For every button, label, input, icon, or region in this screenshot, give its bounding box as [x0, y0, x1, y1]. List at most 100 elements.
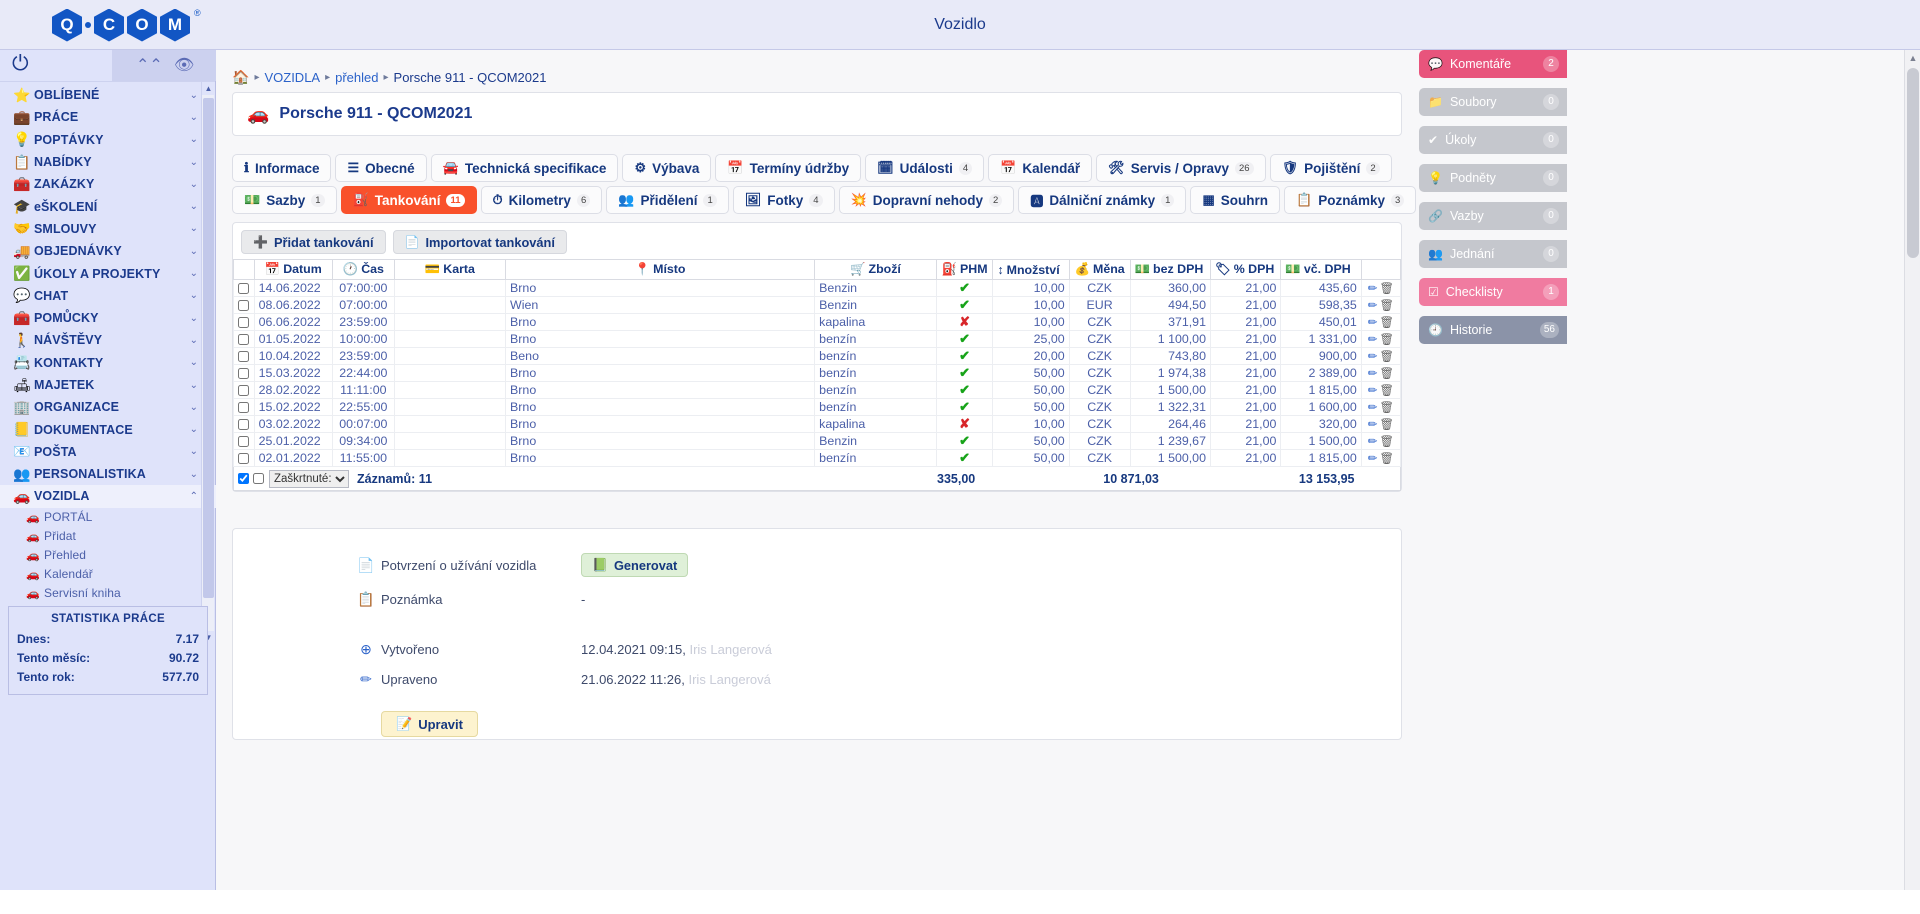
table-row[interactable]: 08.06.2022 07:00:00 Wien Benzin ✔ 10,00 EUR 494… — [233, 296, 1402, 314]
sidebar-subitem-kalend-[interactable]: 🚗 Kalendář — [0, 565, 216, 584]
tab-servis-opravy[interactable]: 🛠 Servis / Opravy 26 — [1096, 154, 1266, 182]
edit-row-icon[interactable]: ✏ — [1368, 419, 1378, 431]
table-row[interactable]: 06.06.2022 23:59:00 Brno kapalina ✘ 10,00 CZK 3… — [233, 313, 1402, 331]
sidebar-item-vozidla[interactable]: 🚗 VOZIDLA ⌃ — [0, 485, 216, 508]
sidebar-subitem-servisn-kniha[interactable]: 🚗 Servisní kniha — [0, 584, 216, 603]
sidebar-item-obl-ben-[interactable]: ⭐ OBLÍBENÉ ⌄ — [0, 84, 216, 106]
sidebar-item-objedn-vky[interactable]: 🚚 OBJEDNÁVKY ⌄ — [0, 240, 216, 262]
edit-row-icon[interactable]: ✏ — [1368, 402, 1378, 414]
sidebar-item-popt-vky[interactable]: 💡 POPTÁVKY ⌄ — [0, 129, 216, 151]
cell-actions[interactable]: ✏ 🗑 — [1360, 415, 1402, 433]
tab-poji-t-n-[interactable]: 🛡 Pojištění 2 — [1269, 154, 1392, 182]
row-checkbox-cell[interactable] — [233, 364, 255, 382]
row-checkbox-cell[interactable] — [233, 449, 255, 467]
column-header-datum[interactable]: 📅 Datum — [253, 259, 333, 280]
delete-row-icon[interactable]: 🗑 — [1379, 419, 1394, 431]
sidebar-item-pom-cky[interactable]: 🧰 POMŮCKY ⌄ — [0, 307, 216, 329]
table-row[interactable]: 15.02.2022 22:55:00 Brno benzín ✔ 50,00 CZK 1 3… — [233, 398, 1402, 416]
row-checkbox-cell[interactable] — [233, 398, 255, 416]
sidebar-item-smlouvy[interactable]: 🤝 SMLOUVY ⌄ — [0, 218, 216, 240]
edit-row-icon[interactable]: ✏ — [1368, 300, 1378, 312]
row-checkbox-cell[interactable] — [233, 279, 255, 297]
edit-row-icon[interactable]: ✏ — [1368, 317, 1378, 329]
edit-row-icon[interactable]: ✏ — [1368, 368, 1378, 380]
row-checkbox[interactable] — [238, 300, 250, 312]
delete-row-icon[interactable]: 🗑 — [1379, 453, 1394, 465]
row-checkbox[interactable] — [238, 317, 250, 329]
row-checkbox-cell[interactable] — [233, 296, 255, 314]
delete-row-icon[interactable]: 🗑 — [1379, 436, 1394, 448]
delete-row-icon[interactable]: 🗑 — [1379, 402, 1394, 414]
edit-row-icon[interactable]: ✏ — [1368, 283, 1378, 295]
tab-ud-losti[interactable]: 🗓 Události 4 — [865, 154, 985, 182]
table-row[interactable]: 15.03.2022 22:44:00 Brno benzín ✔ 50,00 CZK 1 9… — [233, 364, 1402, 382]
row-checkbox-cell[interactable] — [233, 347, 255, 365]
delete-row-icon[interactable]: 🗑 — [1379, 351, 1394, 363]
row-checkbox-cell[interactable] — [233, 432, 255, 450]
page-scroll-up-icon[interactable]: ▲ — [1905, 50, 1920, 66]
tab-p-id-len-[interactable]: 👥 Přidělení 1 — [606, 186, 729, 214]
breadcrumb-item-vozidla[interactable]: VOZIDLA — [264, 70, 320, 85]
sidebar-item-personalistika[interactable]: 👥 PERSONALISTIKA ⌄ — [0, 463, 216, 485]
edit-row-icon[interactable]: ✏ — [1368, 436, 1378, 448]
sidebar-subitem-port-l[interactable]: 🚗 PORTÁL — [0, 508, 216, 527]
row-checkbox[interactable] — [238, 436, 250, 448]
column-header-blank[interactable] — [233, 259, 255, 280]
tab-informace[interactable]: ℹ Informace — [232, 154, 332, 182]
edit-row-icon[interactable]: ✏ — [1368, 453, 1378, 465]
sidebar-item-pr-ce[interactable]: 💼 PRÁCE ⌄ — [0, 106, 216, 128]
tab-tankov-n-[interactable]: ⛽ Tankování 11 — [340, 186, 477, 214]
right-panel-vazby[interactable]: 🔗 Vazby 0 — [1419, 202, 1567, 230]
right-panel--koly[interactable]: ✔ Úkoly 0 — [1419, 126, 1567, 154]
edit-button[interactable]: 📝 Upravit — [381, 711, 478, 737]
cell-actions[interactable]: ✏ 🗑 — [1360, 449, 1402, 467]
tab-sazby[interactable]: 💵 Sazby 1 — [232, 186, 337, 214]
row-checkbox[interactable] — [238, 351, 250, 363]
sidebar-scrollbar[interactable]: ▲ ▼ — [201, 82, 215, 644]
row-checkbox-cell[interactable] — [233, 313, 255, 331]
tab-souhrn[interactable]: ▦ Souhrn — [1190, 186, 1280, 214]
page-scrollbar[interactable]: ▲ ▼ — [1904, 50, 1920, 914]
column-header-zbo-[interactable]: 🛒 Zboží — [814, 259, 937, 280]
sidebar-item-dokumentace[interactable]: 📒 DOKUMENTACE ⌄ — [0, 418, 216, 440]
right-panel-jedn-n-[interactable]: 👥 Jednání 0 — [1419, 240, 1567, 268]
sidebar-item-po-ta[interactable]: 📧 POŠTA ⌄ — [0, 441, 216, 463]
delete-row-icon[interactable]: 🗑 — [1379, 334, 1394, 346]
cell-actions[interactable]: ✏ 🗑 — [1360, 313, 1402, 331]
tab-fotky[interactable]: 🖼 Fotky 4 — [732, 186, 835, 214]
tab-kalend-[interactable]: 📅 Kalendář — [988, 154, 1093, 182]
column-header--as[interactable]: 🕐 Čas — [331, 259, 395, 280]
sidebar-item-kontakty[interactable]: 📇 KONTAKTY ⌄ — [0, 352, 216, 374]
table-row[interactable]: 01.05.2022 10:00:00 Brno benzín ✔ 25,00 CZK 1 1… — [233, 330, 1402, 348]
row-checkbox[interactable] — [238, 402, 250, 414]
sidebar-item-n-v-t-vy[interactable]: 🚶 NÁVŠTĚVY ⌄ — [0, 329, 216, 351]
row-checkbox[interactable] — [238, 453, 250, 465]
table-row[interactable]: 28.02.2022 11:11:00 Brno benzín ✔ 50,00 CZK 1 5… — [233, 381, 1402, 399]
column-header-mno-stv-[interactable]: ↕ Množství — [992, 259, 1070, 280]
row-checkbox[interactable] — [238, 283, 250, 295]
tab-v-bava[interactable]: ⚙ Výbava — [622, 154, 712, 182]
table-row[interactable]: 03.02.2022 00:07:00 Brno kapalina ✘ 10,00 CZK 2… — [233, 415, 1402, 433]
sidebar-item-e-kolen-[interactable]: 🎓 eŠKOLENÍ ⌄ — [0, 195, 216, 217]
cell-actions[interactable]: ✏ 🗑 — [1360, 381, 1402, 399]
tab-kilometry[interactable]: ⏱ Kilometry 6 — [480, 186, 603, 214]
delete-row-icon[interactable]: 🗑 — [1379, 283, 1394, 295]
tab-pozn-mky[interactable]: 📋 Poznámky 3 — [1284, 186, 1417, 214]
edit-row-icon[interactable]: ✏ — [1368, 334, 1378, 346]
column-header-blank[interactable] — [1360, 259, 1402, 280]
cell-actions[interactable]: ✏ 🗑 — [1360, 279, 1402, 297]
power-icon[interactable]: ⏻ — [12, 52, 29, 76]
delete-row-icon[interactable]: 🗑 — [1379, 317, 1394, 329]
select-all-checkbox[interactable] — [238, 473, 249, 484]
cell-actions[interactable]: ✏ 🗑 — [1360, 347, 1402, 365]
row-checkbox[interactable] — [238, 385, 250, 397]
tab-term-ny-dr-by[interactable]: 📅 Termíny údržby — [715, 154, 862, 182]
sidebar-item-nab-dky[interactable]: 📋 NABÍDKY ⌄ — [0, 151, 216, 173]
delete-row-icon[interactable]: 🗑 — [1379, 385, 1394, 397]
home-icon[interactable]: 🏠 — [232, 69, 249, 86]
tab-obecn-[interactable]: ☰ Obecné — [335, 154, 427, 182]
right-panel-checklisty[interactable]: ☑ Checklisty 1 — [1419, 278, 1567, 306]
add-fueling-button[interactable]: ➕ Přidat tankování — [241, 230, 386, 254]
generate-button[interactable]: 📗 Generovat — [581, 553, 689, 577]
import-fueling-button[interactable]: 📄 Importovat tankování — [392, 230, 567, 254]
